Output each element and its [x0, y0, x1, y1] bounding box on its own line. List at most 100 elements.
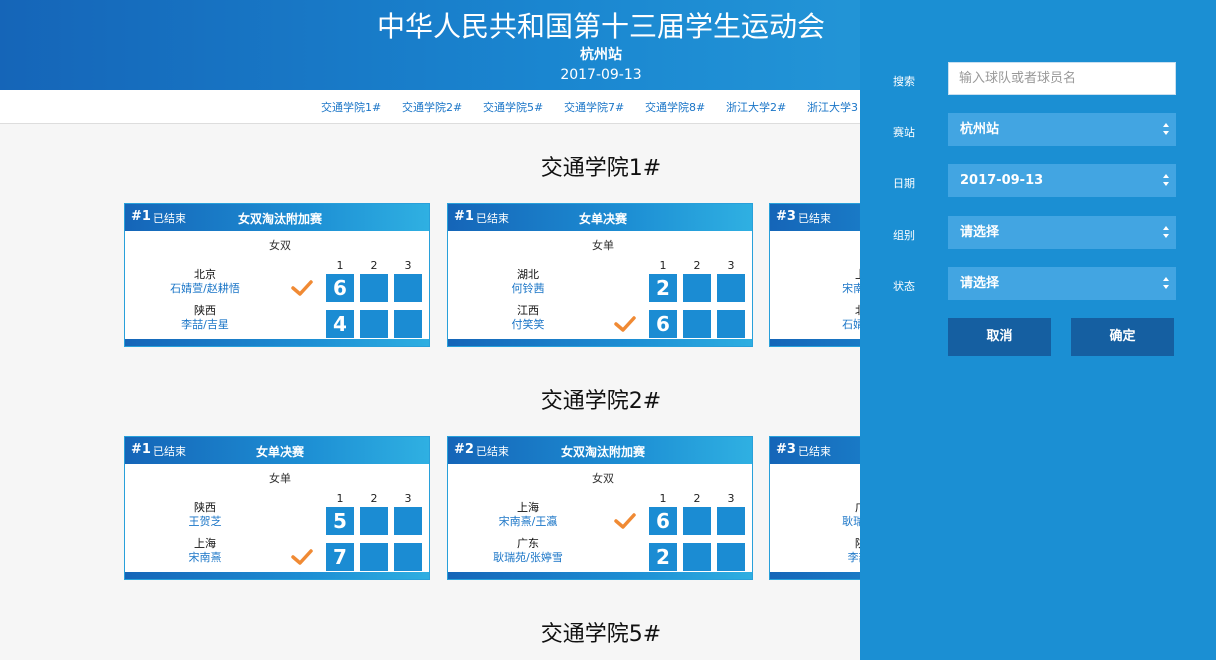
- nav-item[interactable]: 浙江大学3: [807, 99, 858, 115]
- nav-item[interactable]: 交通学院2#: [402, 99, 462, 115]
- set-number: 1: [659, 259, 667, 272]
- set-number: 1: [336, 259, 344, 272]
- set-score: [394, 507, 422, 535]
- card-header: #1 已结束 女单决赛: [448, 204, 752, 231]
- set-score: [683, 274, 711, 302]
- set-score: [717, 543, 745, 571]
- winner-check-icon: [614, 513, 636, 529]
- set-score: [683, 543, 711, 571]
- match-type: 女双: [592, 472, 614, 485]
- match-status: 已结束: [798, 445, 831, 458]
- team-players[interactable]: 付笑笑: [468, 318, 588, 332]
- set-score: [394, 310, 422, 338]
- winner-check-icon: [291, 280, 313, 296]
- set-score: [717, 274, 745, 302]
- event-name: 女双淘汰附加赛: [560, 445, 645, 459]
- team-players[interactable]: 王贺芝: [145, 515, 265, 529]
- team-province: 陕西: [194, 304, 216, 317]
- set-score: [360, 310, 388, 338]
- status-select-value: 请选择: [960, 276, 1000, 291]
- match-status: 已结束: [476, 212, 509, 225]
- station-select[interactable]: 杭州站: [948, 113, 1176, 146]
- set-score: 2: [649, 274, 677, 302]
- group-select[interactable]: 请选择: [948, 216, 1176, 249]
- match-card[interactable]: #1 已结束 女双淘汰附加赛 女双 1 2 3 北京 石婧萱/赵耕悟 6 陕西 李喆/吉星 4: [124, 203, 430, 347]
- set-score: 4: [326, 310, 354, 338]
- select-arrows-icon: [1163, 174, 1169, 186]
- card-header: #1 已结束 女单决赛: [125, 437, 429, 464]
- select-arrows-icon: [1163, 123, 1169, 135]
- team: 广东 耿瑞苑/张婷雪: [468, 537, 588, 565]
- event-name: 女单决赛: [255, 445, 304, 459]
- set-number: 2: [693, 492, 701, 505]
- set-score: [360, 274, 388, 302]
- set-number: 2: [370, 259, 378, 272]
- card-footer-bar: [125, 572, 429, 579]
- set-score: 6: [649, 507, 677, 535]
- team: 上海 宋南熹: [145, 537, 265, 565]
- team-province: 湖北: [517, 268, 539, 281]
- nav-item[interactable]: 交通学院8#: [645, 99, 705, 115]
- status-label: 状态: [893, 280, 915, 293]
- match-card[interactable]: #1 已结束 女单决赛 女单 1 2 3 陕西 王贺芝 5 上海 宋南熹 7: [124, 436, 430, 580]
- team-players[interactable]: 宋南熹: [145, 551, 265, 565]
- date-select[interactable]: 2017-09-13: [948, 164, 1176, 197]
- court-match-number: #2: [454, 442, 474, 457]
- set-number: 3: [727, 259, 735, 272]
- team-players[interactable]: 耿瑞苑/张婷雪: [468, 551, 588, 565]
- set-score: [394, 274, 422, 302]
- set-number: 3: [404, 492, 412, 505]
- set-score: [394, 543, 422, 571]
- team-province: 江西: [517, 304, 539, 317]
- date-select-value: 2017-09-13: [960, 173, 1044, 188]
- cancel-button[interactable]: 取消: [948, 318, 1051, 356]
- status-select[interactable]: 请选择: [948, 267, 1176, 300]
- card-footer-bar: [125, 339, 429, 346]
- nav-item[interactable]: 浙江大学2#: [726, 99, 786, 115]
- match-status: 已结束: [153, 445, 186, 458]
- set-number: 3: [404, 259, 412, 272]
- search-input[interactable]: 输入球队或者球员名: [948, 62, 1176, 95]
- set-number: 3: [727, 492, 735, 505]
- team: 江西 付笑笑: [468, 304, 588, 332]
- set-score: [360, 543, 388, 571]
- search-label: 搜索: [893, 75, 915, 88]
- team-province: 上海: [194, 537, 216, 550]
- team-players[interactable]: 宋南熹/王瀛: [468, 515, 588, 529]
- set-number: 2: [370, 492, 378, 505]
- set-score: 2: [649, 543, 677, 571]
- card-footer-bar: [448, 572, 752, 579]
- set-score: 6: [326, 274, 354, 302]
- select-arrows-icon: [1163, 277, 1169, 289]
- match-card[interactable]: #2 已结束 女双淘汰附加赛 女双 1 2 3 上海 宋南熹/王瀛 6 广东 耿瑞苑/张婷雪 2: [447, 436, 753, 580]
- match-card[interactable]: #1 已结束 女单决赛 女单 1 2 3 湖北 何铃茜 2 江西 付笑笑 6: [447, 203, 753, 347]
- group-label: 组别: [893, 229, 915, 242]
- team-province: 广东: [517, 537, 539, 550]
- team: 湖北 何铃茜: [468, 268, 588, 296]
- match-type: 女单: [269, 472, 291, 485]
- event-name: 女双淘汰附加赛: [237, 212, 322, 226]
- set-score: [360, 507, 388, 535]
- team: 陕西 王贺芝: [145, 501, 265, 529]
- nav-item[interactable]: 交通学院5#: [483, 99, 543, 115]
- confirm-button[interactable]: 确定: [1071, 318, 1174, 356]
- nav-item[interactable]: 交通学院1#: [321, 99, 381, 115]
- team-players[interactable]: 何铃茜: [468, 282, 588, 296]
- date-label: 日期: [893, 177, 915, 190]
- nav-item[interactable]: 交通学院7#: [564, 99, 624, 115]
- station-select-value: 杭州站: [960, 122, 1000, 137]
- team-players[interactable]: 李喆/吉星: [145, 318, 265, 332]
- card-header: #2 已结束 女双淘汰附加赛: [448, 437, 752, 464]
- team-players[interactable]: 石婧萱/赵耕悟: [145, 282, 265, 296]
- team: 陕西 李喆/吉星: [145, 304, 265, 332]
- team: 北京 石婧萱/赵耕悟: [145, 268, 265, 296]
- set-score: 6: [649, 310, 677, 338]
- select-arrows-icon: [1163, 226, 1169, 238]
- court-match-number: #1: [131, 442, 151, 457]
- event-name: 女单决赛: [578, 212, 627, 226]
- team-province: 陕西: [194, 501, 216, 514]
- winner-check-icon: [291, 549, 313, 565]
- court-match-number: #1: [131, 209, 151, 224]
- set-score: [717, 310, 745, 338]
- set-number: 1: [659, 492, 667, 505]
